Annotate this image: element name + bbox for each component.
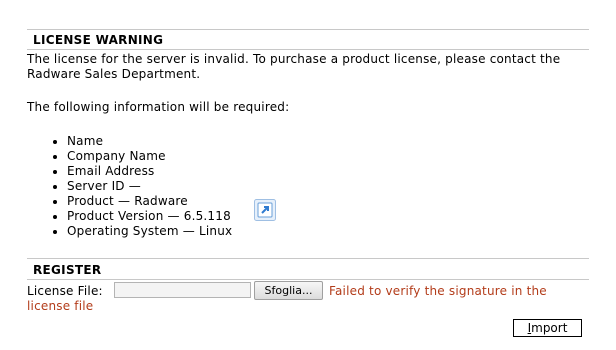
license-warning-title: LICENSE WARNING	[33, 33, 164, 47]
list-item: Email Address	[67, 164, 232, 179]
list-item: Name	[67, 134, 232, 149]
register-title: REGISTER	[33, 263, 102, 277]
signature-error-message: Failed to verify the signature in the li…	[27, 284, 547, 313]
list-item: Operating System — Linux	[67, 224, 232, 239]
list-item: Product Version — 6.5.118	[67, 209, 232, 224]
register-divider	[27, 279, 589, 280]
import-label: mport	[531, 321, 568, 335]
register-top-divider	[27, 258, 589, 259]
import-button[interactable]: Import	[513, 319, 582, 337]
info-required-intro: The following information will be requir…	[27, 100, 290, 114]
top-divider	[27, 29, 589, 30]
list-item: Server ID —	[67, 179, 232, 194]
license-invalid-message: The license for the server is invalid. T…	[27, 52, 561, 81]
required-info-list: Name Company Name Email Address Server I…	[27, 134, 232, 239]
list-item: Product — Radware	[67, 194, 232, 209]
license-warning-divider	[27, 49, 589, 50]
list-item: Company Name	[67, 149, 232, 164]
external-link-icon[interactable]	[254, 199, 276, 221]
